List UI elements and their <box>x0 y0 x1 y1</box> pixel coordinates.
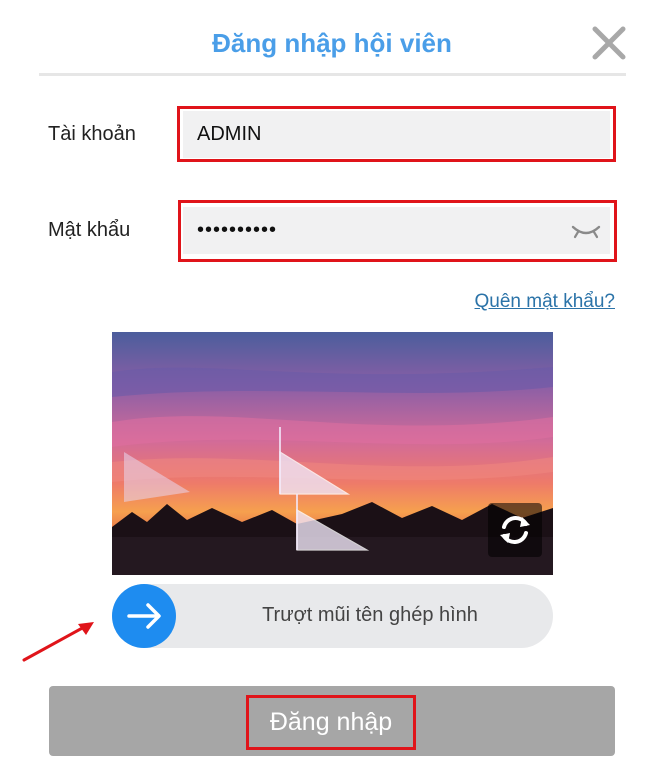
login-button-label: Đăng nhập <box>269 708 393 736</box>
password-input[interactable] <box>183 207 610 254</box>
title-divider <box>39 73 626 76</box>
password-label: Mật khẩu <box>48 219 131 241</box>
slider-handle[interactable] <box>112 584 176 648</box>
dialog-title: Đăng nhập hội viên <box>212 28 452 58</box>
annotation-arrow <box>22 622 94 662</box>
close-icon[interactable] <box>590 24 628 62</box>
refresh-icon[interactable] <box>488 503 542 557</box>
eye-closed-icon[interactable] <box>571 222 601 242</box>
username-input[interactable] <box>183 111 610 158</box>
arrow-right-icon <box>127 603 161 629</box>
captcha-image <box>112 332 553 575</box>
slider-instruction: Trượt mũi tên ghép hình <box>262 604 478 626</box>
forgot-password-link[interactable]: Quên mật khẩu? <box>475 291 615 313</box>
username-label: Tài khoản <box>48 123 136 145</box>
